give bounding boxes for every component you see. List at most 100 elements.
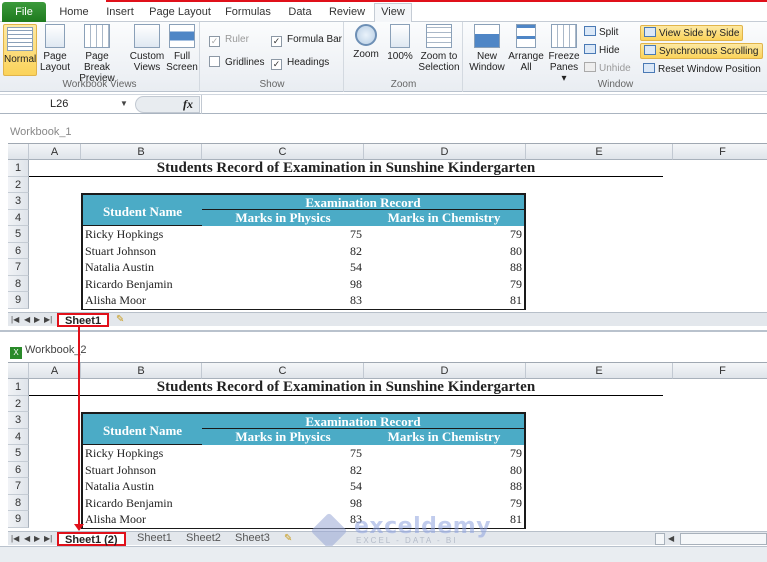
header-examination-record[interactable]: Examination Record	[202, 193, 526, 210]
cell-student-name[interactable]: Ricardo Benjamin	[81, 494, 203, 512]
first-sheet-icon[interactable]: |◀	[11, 532, 19, 546]
row-header-1[interactable]: 1	[8, 379, 29, 396]
cell-physics-mark[interactable]: 83	[202, 292, 365, 310]
header-student-name[interactable]: Student Name	[81, 193, 203, 226]
page-break-preview-button[interactable]: Page Break Preview	[72, 24, 122, 84]
full-screen-button[interactable]: Full Screen	[166, 24, 198, 73]
view-side-by-side-button[interactable]: View Side by Side	[640, 25, 744, 41]
column-header-b[interactable]: B	[81, 363, 202, 379]
tab-formulas[interactable]: Formulas	[222, 4, 274, 22]
column-header-a[interactable]: A	[29, 363, 81, 379]
cell-chemistry-mark[interactable]: 79	[364, 494, 526, 512]
row-header-7[interactable]: 7	[8, 478, 29, 495]
next-sheet-icon[interactable]: ▶	[34, 313, 40, 327]
column-header-d[interactable]: D	[364, 144, 526, 160]
name-box-dropdown-icon[interactable]: ▼	[120, 99, 128, 108]
cell-student-name[interactable]: Ricky Hopkings	[81, 445, 203, 463]
header-marks-chemistry[interactable]: Marks in Chemistry	[364, 428, 526, 446]
sheet-title[interactable]: Students Record of Examination in Sunshi…	[29, 379, 663, 396]
formula-input[interactable]	[201, 95, 767, 114]
tab-insert[interactable]: Insert	[100, 4, 140, 22]
column-header-f[interactable]: F	[673, 144, 767, 160]
select-all-corner[interactable]	[8, 144, 29, 160]
cell-physics-mark[interactable]: 54	[202, 259, 365, 277]
cell-physics-mark[interactable]: 98	[202, 275, 365, 293]
cell-chemistry-mark[interactable]: 88	[364, 259, 526, 277]
row-header-5[interactable]: 5	[8, 445, 29, 462]
scroll-left-icon[interactable]: ◀	[668, 532, 674, 546]
horizontal-scrollbar[interactable]	[680, 533, 767, 545]
sheet-tab-sheet1[interactable]: Sheet1	[131, 532, 178, 546]
cell-student-name[interactable]: Stuart Johnson	[81, 461, 203, 479]
row-header-4[interactable]: 4	[8, 209, 29, 226]
insert-sheet-icon[interactable]: ✎	[116, 314, 132, 326]
cell-student-name[interactable]: Stuart Johnson	[81, 242, 203, 260]
row-header-8[interactable]: 8	[8, 275, 29, 292]
insert-sheet-icon[interactable]: ✎	[284, 533, 300, 545]
row-header-3[interactable]: 3	[8, 412, 29, 429]
row-header-2[interactable]: 2	[8, 176, 29, 193]
cell-chemistry-mark[interactable]: 79	[364, 226, 526, 244]
page-layout-button[interactable]: Page Layout	[40, 24, 70, 73]
cell-student-name[interactable]: Alisha Moor	[81, 511, 203, 529]
new-window-button[interactable]: New Window	[468, 24, 506, 73]
ruler-checkbox[interactable]: ✓ Ruler	[209, 32, 249, 48]
last-sheet-icon[interactable]: ▶|	[44, 532, 52, 546]
prev-sheet-icon[interactable]: ◀	[24, 313, 30, 327]
row-header-9[interactable]: 9	[8, 292, 29, 309]
split-button[interactable]: Split	[584, 25, 618, 41]
row-header-7[interactable]: 7	[8, 259, 29, 276]
zoom-button[interactable]: Zoom	[349, 24, 383, 60]
column-header-e[interactable]: E	[526, 144, 673, 160]
row-header-6[interactable]: 6	[8, 242, 29, 259]
tab-home[interactable]: Home	[54, 4, 94, 22]
prev-sheet-icon[interactable]: ◀	[24, 532, 30, 546]
header-student-name[interactable]: Student Name	[81, 412, 203, 445]
cell-chemistry-mark[interactable]: 81	[364, 511, 526, 529]
arrange-all-button[interactable]: Arrange All	[508, 24, 544, 73]
row-header-1[interactable]: 1	[8, 160, 29, 177]
column-header-c[interactable]: C	[202, 363, 364, 379]
column-header-b[interactable]: B	[81, 144, 202, 160]
cell-physics-mark[interactable]: 75	[202, 445, 365, 463]
column-header-d[interactable]: D	[364, 363, 526, 379]
gridlines-checkbox[interactable]: Gridlines	[209, 55, 264, 71]
header-marks-physics[interactable]: Marks in Physics	[202, 209, 365, 227]
cell-physics-mark[interactable]: 98	[202, 494, 365, 512]
tab-view[interactable]: View	[374, 3, 412, 23]
header-marks-chemistry[interactable]: Marks in Chemistry	[364, 209, 526, 227]
tab-page-layout[interactable]: Page Layout	[148, 4, 212, 22]
tab-file[interactable]: File	[2, 2, 46, 22]
cell-physics-mark[interactable]: 82	[202, 242, 365, 260]
cell-physics-mark[interactable]: 83	[202, 511, 365, 529]
sheet-tab-sheet1[interactable]: Sheet1	[57, 313, 110, 327]
row-header-8[interactable]: 8	[8, 494, 29, 511]
cell-chemistry-mark[interactable]: 79	[364, 275, 526, 293]
cell-chemistry-mark[interactable]: 80	[364, 242, 526, 260]
custom-views-button[interactable]: Custom Views	[128, 24, 166, 73]
cell-physics-mark[interactable]: 54	[202, 478, 365, 496]
cell-student-name[interactable]: Alisha Moor	[81, 292, 203, 310]
row-header-2[interactable]: 2	[8, 395, 29, 412]
formula-bar-checkbox[interactable]: ✓ Formula Bar	[271, 32, 342, 48]
headings-checkbox[interactable]: ✓ Headings	[271, 55, 329, 71]
cell-chemistry-mark[interactable]: 88	[364, 478, 526, 496]
cell-chemistry-mark[interactable]: 79	[364, 445, 526, 463]
last-sheet-icon[interactable]: ▶|	[44, 313, 52, 327]
header-examination-record[interactable]: Examination Record	[202, 412, 526, 429]
select-all-corner[interactable]	[8, 363, 29, 379]
cell-student-name[interactable]: Ricardo Benjamin	[81, 275, 203, 293]
insert-function-button[interactable]: fx	[135, 96, 200, 113]
tab-review[interactable]: Review	[326, 4, 368, 22]
column-header-f[interactable]: F	[673, 363, 767, 379]
row-header-3[interactable]: 3	[8, 193, 29, 210]
row-header-9[interactable]: 9	[8, 511, 29, 528]
row-header-4[interactable]: 4	[8, 428, 29, 445]
column-header-c[interactable]: C	[202, 144, 364, 160]
normal-view-button[interactable]: Normal	[3, 24, 37, 76]
column-header-e[interactable]: E	[526, 363, 673, 379]
cell-physics-mark[interactable]: 75	[202, 226, 365, 244]
tab-data[interactable]: Data	[284, 4, 316, 22]
cell-chemistry-mark[interactable]: 80	[364, 461, 526, 479]
sheet-tab-sheet3[interactable]: Sheet3	[229, 532, 276, 546]
